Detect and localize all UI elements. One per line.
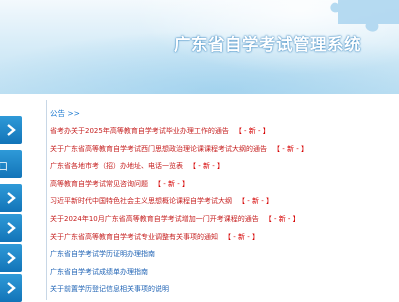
notice-item: 关于前置学历登记信息相关事项的说明 bbox=[50, 281, 399, 299]
new-badge: 【 - 新 - 】 bbox=[273, 144, 308, 153]
chevron-right-icon bbox=[7, 192, 16, 204]
notice-link[interactable]: 关于2024年10月广东省高等教育自学考试增加一门开考课程的通告 bbox=[50, 215, 259, 223]
left-nav-button-2-label: 口 bbox=[0, 162, 8, 173]
notice-item: 习近平新时代中国特色社会主义思想概论课程自学考试大纲【 - 新 - 】 bbox=[50, 193, 399, 211]
notice-link[interactable]: 广东省各地市考（招）办地址、电话一览表 bbox=[50, 162, 183, 170]
notice-item: 高等教育自学考试常见咨询问题【 - 新 - 】 bbox=[50, 176, 399, 194]
left-nav-button-4[interactable] bbox=[0, 214, 22, 242]
left-nav-button-2[interactable]: 口 bbox=[0, 150, 22, 178]
notice-link[interactable]: 习近平新时代中国特色社会主义思想概论课程自学考试大纲 bbox=[50, 197, 232, 205]
notice-panel: 公告 >> 省考办关于2025年高等教育自学考试毕业办理工作的通告【 - 新 -… bbox=[50, 108, 399, 299]
left-nav-button-6[interactable] bbox=[0, 274, 22, 302]
left-nav-button-1[interactable] bbox=[0, 116, 22, 144]
new-badge: 【 - 新 - 】 bbox=[264, 214, 300, 223]
new-badge: 【 - 新 - 】 bbox=[189, 162, 224, 171]
notice-item: 广东省自学考试成绩单办理指南 bbox=[50, 264, 399, 282]
notice-link[interactable]: 广东省自学考试成绩单办理指南 bbox=[50, 268, 148, 276]
header-banner: 广东省自学考试管理系统 bbox=[0, 0, 399, 94]
notice-item: 关于2024年10月广东省高等教育自学考试增加一门开考课程的通告【 - 新 - … bbox=[50, 211, 399, 229]
notice-item: 广东省自学考试学历证明办理指南 bbox=[50, 246, 399, 264]
new-badge: 【 - 新 - 】 bbox=[154, 179, 189, 188]
notice-link[interactable]: 关于广东省高等教育自学考试西门思想政治理论课课程考试大纲的通告 bbox=[50, 145, 267, 153]
chevron-right-icon bbox=[7, 252, 16, 264]
notice-link[interactable]: 高等教育自学考试常见咨询问题 bbox=[50, 180, 148, 188]
page-title: 广东省自学考试管理系统 bbox=[174, 35, 361, 54]
new-badge: 【 - 新 - 】 bbox=[238, 197, 273, 206]
puzzle-piece-icon bbox=[330, 0, 399, 32]
chevron-right-icon bbox=[7, 124, 16, 136]
notice-link[interactable]: 关于前置学历登记信息相关事项的说明 bbox=[50, 285, 169, 293]
content-divider bbox=[46, 100, 47, 300]
notice-link[interactable]: 关于广东省高等教育自学考试专业调整有关事项的通知 bbox=[50, 233, 218, 241]
new-badge: 【 - 新 - 】 bbox=[234, 127, 270, 135]
new-badge: 【 - 新 - 】 bbox=[224, 232, 259, 241]
notice-link[interactable]: 省考办关于2025年高等教育自学考试毕业办理工作的通告 bbox=[50, 127, 229, 135]
notice-item: 关于广东省高等教育自学考试专业调整有关事项的通知【 - 新 - 】 bbox=[50, 229, 399, 247]
notice-item: 关于广东省高等教育自学考试西门思想政治理论课课程考试大纲的通告【 - 新 - 】 bbox=[50, 141, 399, 159]
bulletin-heading[interactable]: 公告 >> bbox=[50, 108, 399, 119]
left-nav-button-5[interactable] bbox=[0, 244, 22, 272]
chevron-right-icon bbox=[7, 282, 16, 294]
left-nav: 口 bbox=[0, 94, 46, 302]
notice-item: 广东省各地市考（招）办地址、电话一览表【 - 新 - 】 bbox=[50, 158, 399, 176]
notice-item: 省考办关于2025年高等教育自学考试毕业办理工作的通告【 - 新 - 】 bbox=[50, 123, 399, 141]
chevron-right-icon bbox=[7, 222, 16, 234]
notice-link[interactable]: 广东省自学考试学历证明办理指南 bbox=[50, 250, 155, 258]
left-nav-button-3[interactable] bbox=[0, 184, 22, 212]
